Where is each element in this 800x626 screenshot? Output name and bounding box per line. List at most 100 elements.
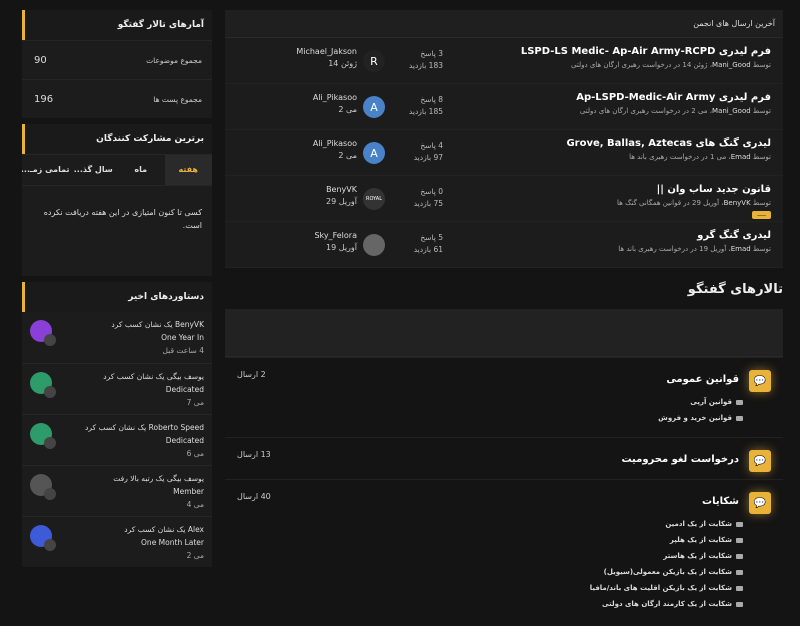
achievement-time: می 4	[186, 500, 204, 509]
subforum-label[interactable]: شکایت از یک هلپر	[670, 532, 732, 548]
thread-forum-link[interactable]: درخواست رهبری باند ها	[618, 245, 688, 253]
last-poster-avatar[interactable]	[363, 234, 385, 256]
last-poster-avatar[interactable]: A	[363, 96, 385, 118]
thread-stats: 3 پاسخ 183 بازدید	[403, 48, 443, 72]
thread-in: در	[683, 199, 690, 207]
folder-icon	[736, 601, 743, 607]
subforum-label[interactable]: قوانین خرید و فروش	[658, 410, 732, 426]
achievement-avatar[interactable]	[30, 372, 56, 398]
subforum-item[interactable]: شکایت از یک کارمند ارگان های دولتی	[590, 596, 743, 612]
subforum-item[interactable]: شکایت از یک بازیکن معمولی(سیویل)	[590, 564, 743, 580]
period-tabs: هفته ماه سال گذ... تمامی زمـ...	[22, 154, 212, 186]
stat-posts-label: مجموع پست ها	[153, 94, 202, 104]
thread-meta: توسط Mani_Good، ژوئن 14 در درخواست رهبری…	[571, 61, 771, 69]
achievement-badge-name: One Month Later	[141, 538, 204, 547]
thread-stats: 4 پاسخ 97 بازدید	[403, 140, 443, 164]
stats-widget: آمارهای تالار گفتگو 90 مجموع موضوعات 196…	[22, 10, 212, 118]
achievement-text: یوسف بیگی یک رتبه بالا رفت Member می 4	[52, 472, 204, 516]
thread-forum-link[interactable]: قوانین همگانی گنگ ها	[617, 199, 681, 207]
subforum-label[interactable]: شکایت از یک بازیکن معمولی(سیویل)	[604, 564, 732, 580]
thread-tag: ــــــ	[752, 211, 771, 219]
empty-message: کسی تا کنون امتیازی در این هفته دریافت ن…	[43, 208, 202, 230]
achievement-time: می 6	[186, 449, 204, 458]
subforum-item[interactable]: شکایت از یک ادمین	[590, 516, 743, 532]
tab-last-year[interactable]: سال گذ...	[70, 155, 118, 185]
folder-icon	[736, 569, 743, 575]
folder-icon	[736, 415, 743, 421]
forum-title-link[interactable]: قوانین عمومی	[666, 374, 739, 385]
subforum-item[interactable]: قوانین آرپی	[658, 394, 743, 410]
thread-title-link[interactable]: لیدری گنگ های Grove, Ballas, Aztecas	[566, 138, 771, 149]
thread-title-link[interactable]: فرم لیدری Ap-LSPD-Medic-Air Army	[576, 92, 771, 103]
subforum-list: شکایت از یک ادمین شکایت از یک هلپر شکایت ا…	[590, 516, 743, 612]
thread-title-link[interactable]: قانون جدید ساب وان ||	[657, 184, 771, 195]
forum-title-link[interactable]: شکایات	[702, 496, 739, 507]
subforum-item[interactable]: شکایت از یک هلپر	[590, 532, 743, 548]
thread-row: لیدری گنگ گرو توسط Emad، آوریل 19 در درخو…	[225, 222, 783, 268]
thread-author-link[interactable]: Mani_Good	[712, 61, 751, 69]
achievement-avatar[interactable]	[30, 320, 56, 346]
thread-in: در	[701, 153, 708, 161]
last-poster-avatar[interactable]: A	[363, 142, 385, 164]
latest-posts-title: آخرین ارسال های انجمن	[225, 10, 783, 38]
achievement-item: Roberto Speed یک نشان کسب کرد Dedicated می…	[22, 414, 212, 465]
last-poster-avatar[interactable]: ROYAL	[363, 188, 385, 210]
last-poster-name[interactable]: Ali_Pikasoo	[295, 138, 357, 150]
achievement-avatar[interactable]	[30, 525, 56, 551]
thread-title-link[interactable]: لیدری گنگ گرو	[697, 230, 771, 241]
subforum-label[interactable]: شکایت از یک بازیکن اقلیت های باند/مافیا	[590, 580, 732, 596]
achievement-avatar[interactable]	[30, 474, 56, 500]
thread-author-link[interactable]: BenyVK	[724, 199, 751, 207]
forum-post-count: 13 ارسال	[237, 450, 271, 459]
subforum-item[interactable]: شکایت از یک هاستر	[590, 548, 743, 564]
achievement-badge-name: Dedicated	[165, 385, 204, 394]
subforum-list: قوانین آرپی قوانین خرید و فروش	[658, 394, 743, 426]
thread-forum-link[interactable]: درخواست رهبری باند ها	[629, 153, 699, 161]
achievement-text: Roberto Speed یک نشان کسب کرد Dedicated می…	[52, 421, 204, 465]
reply-count: 3 پاسخ	[420, 49, 443, 58]
stat-posts: 196 مجموع پست ها	[22, 79, 212, 118]
thread-author-link[interactable]: Mani_Good	[712, 107, 751, 115]
tab-week[interactable]: هفته	[164, 155, 212, 185]
folder-icon	[736, 537, 743, 543]
tab-all-time[interactable]: تمامی زمـ...	[22, 155, 70, 185]
thread-in: در	[690, 245, 697, 253]
subforum-label[interactable]: شکایت از یک هاستر	[663, 548, 732, 564]
achievement-text: یوسف بیگی یک نشان کسب کرد Dedicated می 7	[52, 370, 204, 414]
achievement-avatar[interactable]	[30, 423, 56, 449]
last-poster-name[interactable]: Michael_Jakson	[295, 46, 357, 58]
achievement-line[interactable]: BenyVK یک نشان کسب کرد	[52, 318, 204, 331]
achievement-line[interactable]: یوسف بیگی یک نشان کسب کرد	[52, 370, 204, 383]
subforum-label[interactable]: قوانین آرپی	[690, 394, 732, 410]
thread-forum-link[interactable]: درخواست رهبری ارگان های دولتی	[571, 61, 671, 69]
thread-forum-link[interactable]: درخواست رهبری ارگان های دولتی	[580, 107, 680, 115]
achievement-text: BenyVK یک نشان کسب کرد One Year In 4 ساعت …	[52, 318, 204, 363]
subforum-item[interactable]: شکایت از یک بازیکن اقلیت های باند/مافیا	[590, 580, 743, 596]
last-poster-name[interactable]: Sky_Felora	[295, 230, 357, 242]
forum-title-link[interactable]: درخواست لغو محرومیت	[621, 454, 739, 465]
achievement-line[interactable]: Alex یک نشان کسب کرد	[52, 523, 204, 536]
achievement-line[interactable]: یوسف بیگی یک رتبه بالا رفت	[52, 472, 204, 485]
thread-author-link[interactable]: Emad	[731, 245, 751, 253]
badge-icon	[44, 539, 56, 551]
achievements-title: دستاوردهای اخیر	[22, 282, 212, 312]
achievement-text: Alex یک نشان کسب کرد One Month Later می 2	[52, 523, 204, 567]
achievement-item: یوسف بیگی یک رتبه بالا رفت Member می 4	[22, 465, 212, 516]
thread-author-link[interactable]: Emad	[731, 153, 751, 161]
subforum-item[interactable]: قوانین خرید و فروش	[658, 410, 743, 426]
forum-post-count: 40 ارسال	[237, 492, 271, 501]
subforum-label[interactable]: شکایت از یک کارمند ارگان های دولتی	[602, 596, 732, 612]
achievements-list: BenyVK یک نشان کسب کرد One Year In 4 ساعت …	[22, 312, 212, 567]
achievement-line[interactable]: Roberto Speed یک نشان کسب کرد	[52, 421, 204, 434]
last-poster-name[interactable]: BenyVK	[295, 184, 357, 196]
thread-stats: 5 پاسخ 61 بازدید	[403, 232, 443, 256]
achievement-time: 4 ساعت قبل	[162, 346, 205, 355]
last-poster-name[interactable]: Ali_Pikasoo	[295, 92, 357, 104]
tab-month[interactable]: ماه	[117, 155, 165, 185]
subforum-label[interactable]: شکایت از یک ادمین	[665, 516, 732, 532]
stats-title: آمارهای تالار گفتگو	[22, 10, 212, 40]
thread-title-link[interactable]: فرم لیدری LSPD-LS Medic- Ap-Air Army-RCP…	[521, 46, 771, 57]
last-poster-avatar[interactable]: R	[363, 50, 385, 72]
last-post-date: آوریل 19	[326, 243, 357, 252]
last-poster: Ali_Pikasoo می 2	[295, 138, 357, 162]
